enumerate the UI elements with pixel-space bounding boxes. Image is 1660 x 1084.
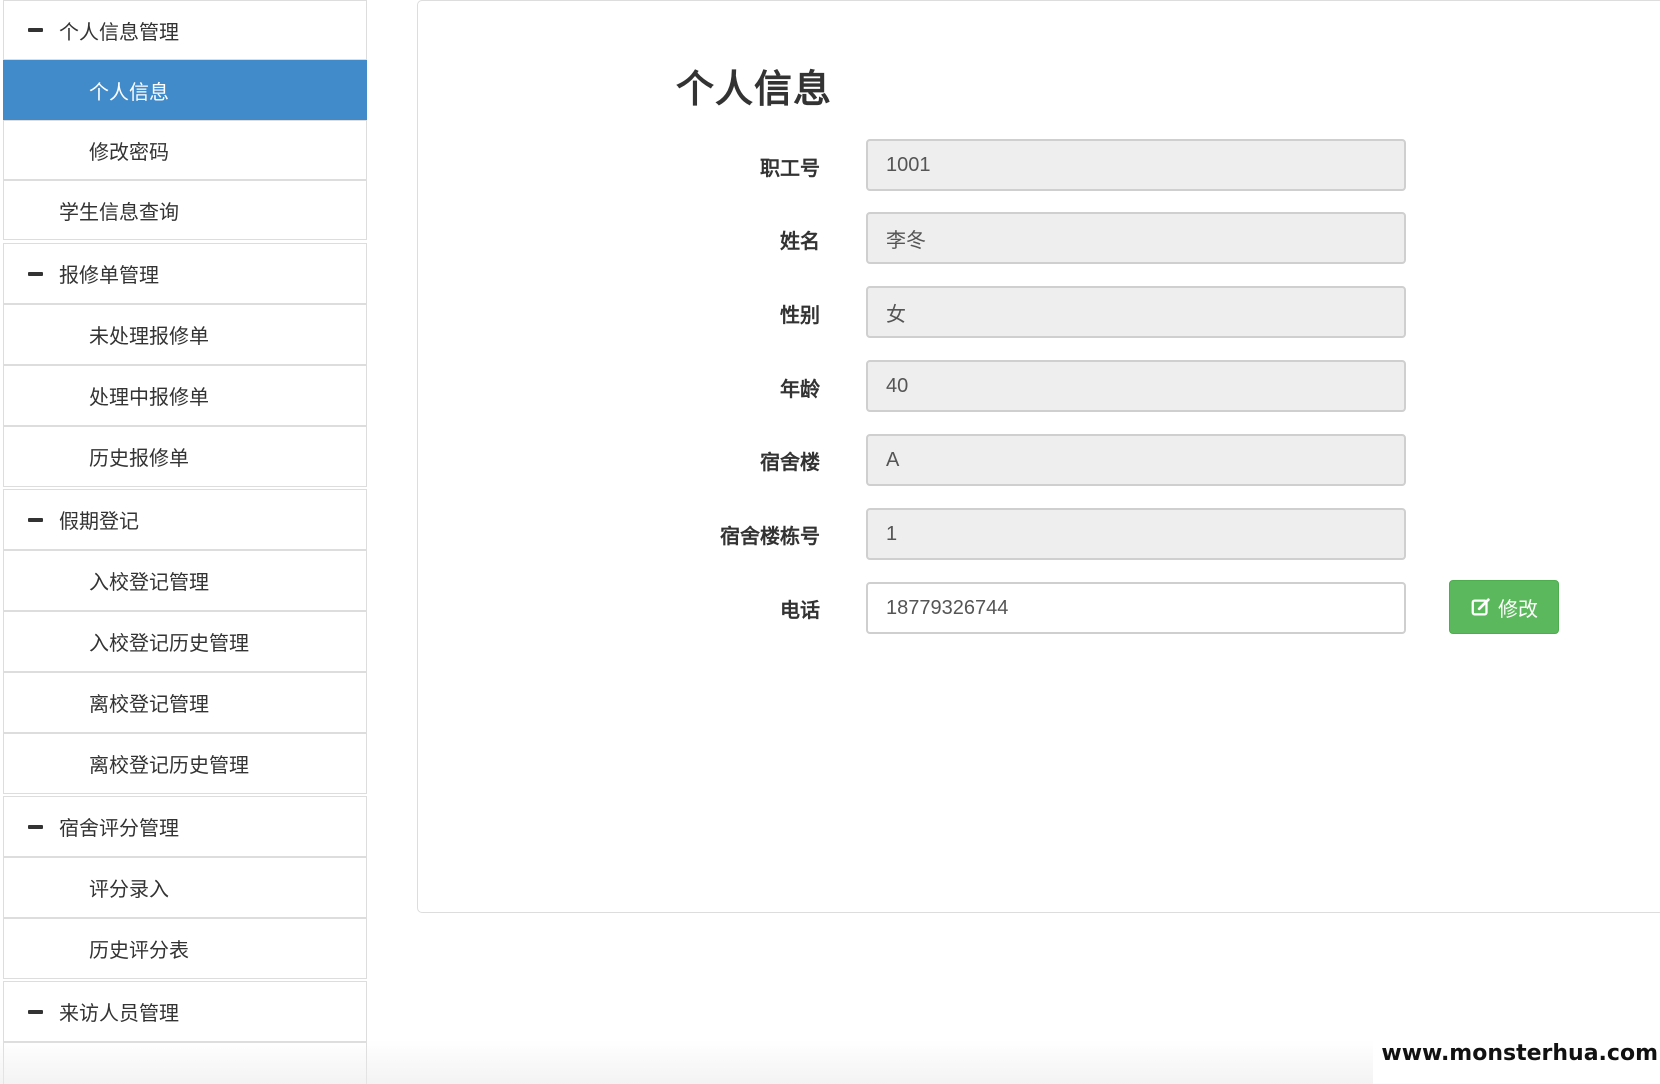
sidebar-item-label: 个人信息 bbox=[89, 79, 169, 104]
sidebar-item-label: 来访人员管理 bbox=[59, 1001, 179, 1025]
sidebar-item-label: 评分录入 bbox=[89, 877, 169, 901]
sidebar-item-partial[interactable] bbox=[3, 1042, 367, 1084]
minus-icon bbox=[28, 271, 43, 276]
sidebar-item-label: 宿舍评分管理 bbox=[59, 816, 179, 840]
sidebar-item-label: 学生信息查询 bbox=[59, 199, 179, 224]
field-label-dorm-building: 宿舍楼 bbox=[760, 450, 820, 474]
sidebar-item-label: 离校登记历史管理 bbox=[89, 753, 249, 777]
sidebar-item-leave-registration-history[interactable]: 离校登记历史管理 bbox=[3, 733, 367, 794]
sidebar-item-personal-info[interactable]: 个人信息 bbox=[3, 60, 367, 120]
sidebar-item-label: 离校登记管理 bbox=[89, 692, 209, 716]
staff-id-field[interactable] bbox=[866, 139, 1406, 191]
field-label-phone: 电话 bbox=[780, 598, 820, 622]
sidebar-item-change-password[interactable]: 修改密码 bbox=[3, 120, 367, 180]
dorm-building-field[interactable] bbox=[866, 434, 1406, 486]
minus-icon bbox=[28, 824, 43, 829]
sidebar-item-leave-registration[interactable]: 离校登记管理 bbox=[3, 672, 367, 733]
sidebar: 个人信息管理 个人信息 修改密码 学生信息查询 报修单管理 未处理报修单 处理中… bbox=[3, 0, 369, 1084]
sidebar-item-history-repair[interactable]: 历史报修单 bbox=[3, 426, 367, 487]
edit-button-label: 修改 bbox=[1498, 596, 1538, 621]
page-title: 个人信息 bbox=[676, 67, 833, 111]
sidebar-item-enter-registration[interactable]: 入校登记管理 bbox=[3, 550, 367, 611]
field-label-gender: 性别 bbox=[780, 303, 820, 327]
sidebar-item-label: 个人信息管理 bbox=[59, 19, 179, 44]
age-field[interactable] bbox=[866, 360, 1406, 412]
field-label-name: 姓名 bbox=[780, 229, 820, 253]
minus-icon bbox=[28, 517, 43, 522]
sidebar-item-label: 历史报修单 bbox=[89, 446, 189, 470]
sidebar-group-visitors[interactable]: 来访人员管理 bbox=[3, 981, 367, 1042]
sidebar-item-score-history[interactable]: 历史评分表 bbox=[3, 918, 367, 979]
building-number-field[interactable] bbox=[866, 508, 1406, 560]
sidebar-group-personal-info[interactable]: 个人信息管理 bbox=[3, 0, 367, 60]
watermark-text: www.monsterhua.com bbox=[1373, 1030, 1660, 1084]
sidebar-item-label: 修改密码 bbox=[89, 139, 169, 164]
name-field[interactable] bbox=[866, 212, 1406, 264]
sidebar-group-dorm-score[interactable]: 宿舍评分管理 bbox=[3, 796, 367, 857]
sidebar-item-processing-repair[interactable]: 处理中报修单 bbox=[3, 365, 367, 426]
edit-icon bbox=[1471, 598, 1490, 616]
field-label-staff-id: 职工号 bbox=[760, 156, 820, 180]
sidebar-item-label: 假期登记 bbox=[59, 509, 139, 533]
sidebar-group-repair[interactable]: 报修单管理 bbox=[3, 243, 367, 304]
field-label-building-number: 宿舍楼栋号 bbox=[720, 524, 820, 548]
edit-button[interactable]: 修改 bbox=[1449, 580, 1559, 634]
phone-field[interactable] bbox=[866, 582, 1406, 634]
gender-field[interactable] bbox=[866, 286, 1406, 338]
field-label-age: 年龄 bbox=[780, 377, 820, 401]
minus-icon bbox=[28, 1009, 43, 1014]
sidebar-item-score-entry[interactable]: 评分录入 bbox=[3, 857, 367, 918]
minus-icon bbox=[28, 28, 43, 32]
sidebar-item-label: 入校登记历史管理 bbox=[89, 631, 249, 655]
sidebar-item-label: 未处理报修单 bbox=[89, 324, 209, 348]
sidebar-item-label: 历史评分表 bbox=[89, 938, 189, 962]
sidebar-group-holiday[interactable]: 假期登记 bbox=[3, 489, 367, 550]
sidebar-item-label: 入校登记管理 bbox=[89, 570, 209, 594]
sidebar-item-unprocessed-repair[interactable]: 未处理报修单 bbox=[3, 304, 367, 365]
sidebar-item-student-query[interactable]: 学生信息查询 bbox=[3, 180, 367, 240]
sidebar-item-label: 处理中报修单 bbox=[89, 385, 209, 409]
sidebar-item-enter-registration-history[interactable]: 入校登记历史管理 bbox=[3, 611, 367, 672]
sidebar-item-label: 报修单管理 bbox=[59, 263, 159, 287]
